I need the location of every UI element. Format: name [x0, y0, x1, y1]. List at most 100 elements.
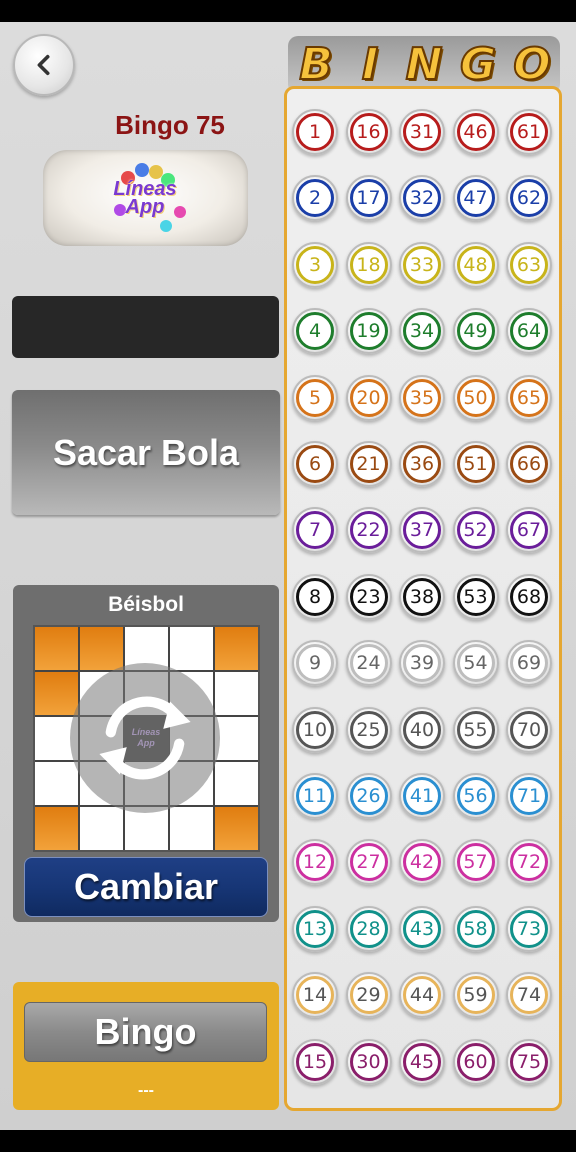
number-ball-label: 74: [510, 976, 548, 1015]
number-ball-label: 56: [456, 777, 495, 815]
number-ball: 2: [292, 175, 338, 222]
change-pattern-button[interactable]: Cambiar: [24, 857, 268, 917]
number-ball: 68: [506, 573, 552, 620]
number-ball: 32: [399, 175, 445, 222]
app-logo: Líneas App: [43, 150, 248, 246]
logo-text: Líneas App: [113, 178, 177, 218]
number-ball-label: 64: [510, 312, 548, 351]
number-ball-label: 23: [349, 577, 388, 616]
number-ball-label: 51: [456, 445, 495, 483]
number-ball: 55: [452, 706, 499, 753]
number-ball: 36: [399, 441, 445, 487]
number-ball: 12: [292, 839, 338, 886]
number-ball-label: 62: [510, 179, 548, 218]
number-ball-label: 34: [403, 312, 441, 351]
number-ball-label: 72: [510, 843, 548, 882]
number-ball: 44: [399, 972, 445, 1019]
number-ball-label: 32: [403, 179, 441, 218]
number-ball-label: 60: [456, 1042, 495, 1081]
number-ball: 52: [452, 507, 499, 554]
number-ball: 58: [452, 905, 499, 952]
number-ball: 45: [399, 1038, 445, 1085]
number-ball-label: 55: [456, 710, 495, 749]
app-area: Bingo 75 Líneas App Sacar Bola Béisbol L…: [0, 22, 576, 1130]
number-ball: 33: [399, 241, 445, 288]
number-ball: 16: [345, 109, 392, 155]
number-ball-label: 5: [296, 378, 334, 417]
number-ball-label: 17: [349, 179, 388, 218]
number-ball: 40: [399, 706, 445, 753]
drawn-ball-display: [12, 296, 279, 358]
number-ball-label: 73: [510, 909, 548, 948]
number-ball-label: 30: [349, 1042, 388, 1081]
number-ball-label: 43: [403, 909, 441, 948]
number-ball: 67: [506, 507, 552, 554]
pattern-cell: [35, 627, 78, 670]
pattern-cell: [215, 627, 258, 670]
number-ball-label: 47: [456, 179, 495, 218]
number-ball: 15: [292, 1038, 338, 1085]
number-ball: 6: [292, 441, 338, 487]
number-ball: 20: [345, 374, 392, 421]
refresh-icon: [99, 696, 191, 780]
pattern-cell: [215, 762, 258, 805]
number-ball-label: 69: [510, 644, 548, 683]
number-ball: 39: [399, 640, 445, 687]
number-ball-label: 38: [403, 577, 441, 616]
number-ball: 57: [452, 839, 499, 886]
number-ball: 75: [506, 1038, 552, 1085]
back-button[interactable]: [13, 34, 75, 96]
number-ball-label: 28: [349, 909, 388, 948]
number-ball: 8: [292, 573, 338, 620]
pattern-cell: [170, 627, 213, 670]
number-ball: 29: [345, 972, 392, 1019]
number-ball: 63: [506, 241, 552, 288]
number-ball-label: 50: [456, 378, 495, 417]
number-ball: 28: [345, 905, 392, 952]
pattern-cell: [170, 807, 213, 850]
number-ball: 7: [292, 507, 338, 554]
number-ball: 22: [345, 507, 392, 554]
number-ball: 65: [506, 374, 552, 421]
number-ball: 34: [399, 308, 445, 355]
pattern-cell: [215, 807, 258, 850]
screen: Bingo 75 Líneas App Sacar Bola Béisbol L…: [0, 0, 576, 1152]
number-ball-label: 14: [296, 976, 334, 1015]
number-ball-label: 54: [456, 644, 495, 683]
number-ball-label: 26: [349, 777, 388, 815]
refresh-pattern-button[interactable]: [70, 663, 220, 813]
number-ball-label: 19: [349, 312, 388, 351]
pattern-panel: Béisbol Líneas App Cambiar: [13, 585, 279, 922]
number-ball-label: 70: [510, 710, 548, 749]
number-ball-label: 9: [296, 644, 334, 683]
number-ball: 35: [399, 374, 445, 421]
number-ball: 31: [399, 109, 445, 155]
number-ball: 18: [345, 241, 392, 288]
number-ball: 71: [506, 773, 552, 819]
draw-ball-button[interactable]: Sacar Bola: [12, 390, 280, 515]
number-ball-label: 37: [403, 511, 441, 550]
number-ball-label: 11: [296, 777, 334, 815]
number-ball: 5: [292, 374, 338, 421]
number-ball: 13: [292, 905, 338, 952]
number-ball: 74: [506, 972, 552, 1019]
number-ball-label: 27: [349, 843, 388, 882]
number-ball: 64: [506, 308, 552, 355]
bingo-button[interactable]: Bingo: [24, 1002, 267, 1062]
pattern-cell: [80, 627, 123, 670]
number-ball-label: 39: [403, 644, 441, 683]
number-ball: 42: [399, 839, 445, 886]
number-ball: 26: [345, 773, 392, 819]
number-ball: 70: [506, 706, 552, 753]
number-ball: 51: [452, 441, 499, 487]
number-ball: 49: [452, 308, 499, 355]
number-ball-label: 66: [510, 445, 548, 483]
number-ball-label: 41: [403, 777, 441, 815]
pattern-cell: [35, 807, 78, 850]
number-ball: 69: [506, 640, 552, 687]
number-ball: 56: [452, 773, 499, 819]
number-ball-label: 13: [296, 909, 334, 948]
number-ball: 53: [452, 573, 499, 620]
number-ball-label: 15: [296, 1042, 334, 1081]
number-ball: 10: [292, 706, 338, 753]
